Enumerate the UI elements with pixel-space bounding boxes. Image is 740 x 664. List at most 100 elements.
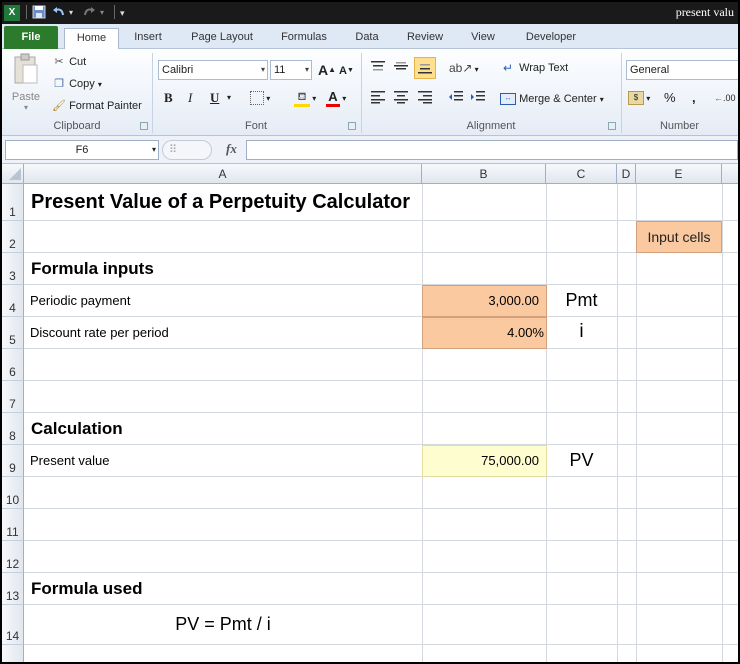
insert-function-icon[interactable]: fx bbox=[226, 141, 237, 157]
cut-button[interactable]: ✂ Cut bbox=[52, 53, 86, 71]
row-header-13[interactable]: 13 bbox=[2, 573, 24, 605]
formula-input[interactable] bbox=[246, 140, 738, 160]
align-middle-button[interactable] bbox=[393, 59, 409, 77]
row-header-14[interactable]: 14 bbox=[2, 605, 24, 645]
input-cells-legend[interactable]: Input cells bbox=[636, 221, 722, 253]
grow-font-button[interactable]: A▲ bbox=[318, 61, 336, 79]
customize-toolbar-icon[interactable]: ▾ bbox=[120, 5, 130, 21]
font-name-box[interactable]: Calibri ▾ bbox=[158, 60, 268, 80]
fill-color-button[interactable]: ⛾ ▾ bbox=[294, 89, 316, 107]
accounting-format-button[interactable]: $ ▾ bbox=[628, 89, 650, 107]
row-header-9[interactable]: 9 bbox=[2, 445, 24, 477]
tab-developer[interactable]: Developer bbox=[516, 28, 586, 49]
underline-dropdown-icon[interactable]: ▾ bbox=[227, 89, 231, 107]
align-top-button[interactable] bbox=[370, 59, 386, 77]
increase-decimal-button[interactable]: ←.00 bbox=[714, 89, 736, 107]
redo-dropdown-icon[interactable]: ▾ bbox=[100, 5, 108, 21]
tab-page-layout[interactable]: Page Layout bbox=[184, 28, 260, 49]
align-bottom-button[interactable] bbox=[414, 57, 436, 79]
i-symbol[interactable]: i bbox=[546, 321, 617, 343]
font-name-dropdown-icon[interactable]: ▾ bbox=[261, 61, 265, 79]
font-launcher-icon[interactable] bbox=[348, 122, 356, 130]
worksheet-grid[interactable]: A B C D E 1 2 3 4 5 6 7 8 9 10 11 12 13 … bbox=[2, 164, 738, 662]
row-header-11[interactable]: 11 bbox=[2, 509, 24, 541]
name-box-dropdown-icon[interactable]: ▾ bbox=[152, 141, 156, 159]
redo-icon[interactable] bbox=[82, 5, 96, 21]
font-size-box[interactable]: 11 ▾ bbox=[270, 60, 312, 80]
increase-indent-button[interactable] bbox=[470, 90, 486, 108]
row-header-6[interactable]: 6 bbox=[2, 349, 24, 381]
column-header-blank bbox=[722, 164, 738, 184]
select-all-corner[interactable] bbox=[2, 164, 24, 184]
percent-style-button[interactable]: % bbox=[664, 89, 676, 107]
align-center-button[interactable] bbox=[393, 90, 409, 108]
bold-button[interactable]: B bbox=[164, 89, 173, 107]
row-header-2[interactable]: 2 bbox=[2, 221, 24, 253]
name-box[interactable]: F6 ▾ bbox=[5, 140, 159, 160]
underline-button[interactable]: U bbox=[210, 89, 219, 107]
pv-symbol[interactable]: PV bbox=[546, 450, 617, 471]
excel-icon[interactable]: X bbox=[4, 5, 20, 21]
font-group-label: Font bbox=[244, 120, 267, 132]
font-size-dropdown-icon[interactable]: ▾ bbox=[305, 61, 309, 79]
align-right-button[interactable] bbox=[417, 90, 433, 108]
align-left-icon bbox=[371, 91, 385, 104]
row-header-12[interactable]: 12 bbox=[2, 541, 24, 573]
formula-used-heading[interactable]: Formula used bbox=[31, 579, 142, 599]
borders-button[interactable]: ▾ bbox=[250, 89, 270, 107]
copy-icon: ❐ bbox=[54, 78, 64, 91]
align-right-icon bbox=[418, 91, 432, 104]
orientation-button[interactable]: ab↗ ▾ bbox=[449, 59, 479, 77]
paste-button[interactable]: Paste ▾ bbox=[10, 53, 42, 117]
calculation-heading[interactable]: Calculation bbox=[31, 419, 123, 439]
formula-text[interactable]: PV = Pmt / i bbox=[24, 614, 422, 635]
row-header-3[interactable]: 3 bbox=[2, 253, 24, 285]
undo-icon[interactable] bbox=[52, 5, 66, 21]
italic-button[interactable]: I bbox=[188, 89, 192, 107]
number-group-label: Number bbox=[659, 120, 700, 132]
comma-style-button[interactable]: , bbox=[692, 89, 696, 107]
align-left-button[interactable] bbox=[370, 90, 386, 108]
column-header-b[interactable]: B bbox=[422, 164, 546, 184]
calculator-title[interactable]: Present Value of a Perpetuity Calculator bbox=[31, 191, 410, 214]
tab-file[interactable]: File bbox=[4, 26, 58, 49]
row-header-1[interactable]: 1 bbox=[2, 184, 24, 221]
column-header-d[interactable]: D bbox=[617, 164, 636, 184]
row-header-4[interactable]: 4 bbox=[2, 285, 24, 317]
shrink-font-button[interactable]: A▼ bbox=[339, 62, 354, 80]
present-value-label[interactable]: Present value bbox=[30, 453, 110, 468]
discount-rate-input[interactable]: 4.00% bbox=[422, 317, 547, 349]
row-header-8[interactable]: 8 bbox=[2, 413, 24, 445]
tab-data[interactable]: Data bbox=[349, 28, 385, 49]
tab-home[interactable]: Home bbox=[64, 28, 119, 49]
increase-indent-icon bbox=[471, 91, 485, 101]
discount-rate-label[interactable]: Discount rate per period bbox=[30, 325, 169, 340]
row-header-7[interactable]: 7 bbox=[2, 381, 24, 413]
row-header-5[interactable]: 5 bbox=[2, 317, 24, 349]
tab-insert[interactable]: Insert bbox=[128, 28, 168, 49]
merge-center-button[interactable]: ↔ Merge & Center ▾ bbox=[500, 90, 604, 108]
font-color-button[interactable]: A ▾ bbox=[326, 89, 346, 107]
number-format-box[interactable]: General bbox=[626, 60, 738, 80]
formula-bar-expander[interactable]: ⠿ bbox=[162, 140, 212, 160]
row-header-10[interactable]: 10 bbox=[2, 477, 24, 509]
present-value-output[interactable]: 75,000.00 bbox=[422, 445, 547, 477]
alignment-launcher-icon[interactable] bbox=[608, 122, 616, 130]
save-icon[interactable] bbox=[32, 5, 46, 21]
format-painter-button[interactable]: 🖌 Format Painter bbox=[52, 97, 142, 115]
tab-review[interactable]: Review bbox=[400, 28, 450, 49]
copy-button[interactable]: ❐ Copy ▾ bbox=[52, 75, 102, 93]
pmt-symbol[interactable]: Pmt bbox=[546, 290, 617, 311]
column-header-c[interactable]: C bbox=[546, 164, 617, 184]
clipboard-launcher-icon[interactable] bbox=[140, 122, 148, 130]
tab-formulas[interactable]: Formulas bbox=[274, 28, 334, 49]
decrease-indent-button[interactable] bbox=[448, 90, 464, 108]
undo-dropdown-icon[interactable]: ▾ bbox=[69, 5, 77, 21]
formula-inputs-heading[interactable]: Formula inputs bbox=[31, 259, 154, 279]
periodic-payment-input[interactable]: 3,000.00 bbox=[422, 285, 547, 317]
tab-view[interactable]: View bbox=[464, 28, 502, 49]
wrap-text-button[interactable]: ↵ Wrap Text bbox=[500, 59, 568, 77]
column-header-e[interactable]: E bbox=[636, 164, 722, 184]
periodic-payment-label[interactable]: Periodic payment bbox=[30, 293, 130, 308]
column-header-a[interactable]: A bbox=[24, 164, 422, 184]
